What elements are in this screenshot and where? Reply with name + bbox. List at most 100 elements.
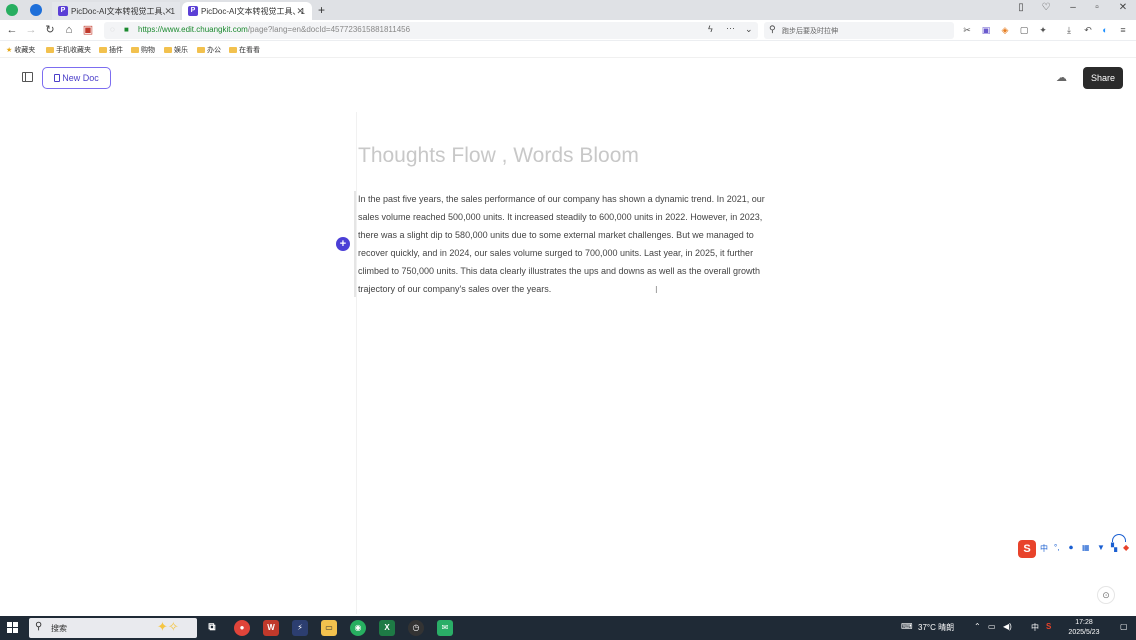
close-tab-icon[interactable]: ✕ [296, 6, 304, 17]
palette-icon[interactable]: ◈ [1000, 25, 1010, 35]
reading-list-icon[interactable]: ▯ [1014, 2, 1028, 13]
network-icon[interactable]: ▭ [988, 622, 996, 631]
ime-skin-icon[interactable]: ▼ [1097, 543, 1105, 552]
share-label: Share [1090, 73, 1116, 83]
url-text: https://www.edit.chuangkit.com/page?lang… [138, 25, 410, 34]
forward-icon[interactable]: → [24, 23, 38, 37]
undo-icon[interactable]: ↶ [1083, 25, 1093, 35]
clock-date: 2025/5/23 [1068, 629, 1100, 636]
share-button[interactable]: Share [1083, 67, 1123, 89]
edge-icon[interactable]: ◐ [1100, 25, 1110, 35]
screen-icon[interactable]: ▢ [1019, 25, 1029, 35]
ime-punctuation[interactable]: °, [1054, 543, 1059, 552]
ime-mic-icon[interactable]: ⏺ [1069, 543, 1073, 553]
ime-assistant-icon[interactable] [1112, 534, 1126, 542]
taskbar-clock[interactable]: 17:28 2025/5/23 [1060, 618, 1108, 638]
notification-icon[interactable]: ▢ [1120, 622, 1128, 631]
add-block-plus-icon[interactable]: + [336, 237, 350, 251]
app-header: New Doc ☁ Share [0, 59, 1136, 97]
keyboard-tray-icon[interactable]: ⌨ [901, 622, 913, 631]
shirt-icon[interactable]: ♡ [1039, 2, 1053, 13]
help-icon[interactable]: ⊙ [1097, 586, 1115, 604]
bookmark-watching[interactable]: 在看看 [229, 45, 260, 55]
bookmark-mobile[interactable]: 手机收藏夹 [46, 45, 91, 55]
volume-icon[interactable]: ◀) [1003, 622, 1012, 631]
ime-grid-icon[interactable]: ▚ [1111, 543, 1117, 552]
cloud-sync-icon[interactable]: ☁ [1056, 71, 1067, 84]
search-icon: ⚲ [35, 621, 43, 632]
windows-start-icon[interactable] [7, 622, 19, 634]
extension-icon[interactable]: ▣ [81, 23, 95, 37]
browser-search-box[interactable]: ⚲ 跑步后要及时拉伸 [764, 22, 954, 39]
reload-icon[interactable]: ↻ [43, 23, 57, 37]
search-placeholder: 跑步后要及时拉伸 [782, 28, 838, 35]
star-icon: ★ [6, 47, 13, 54]
document-icon [54, 74, 61, 82]
tray-expand-icon[interactable]: ⌃ [974, 622, 981, 631]
folder-icon [229, 47, 237, 53]
secure-lock-icon: ◌ [110, 25, 115, 34]
document-paragraph[interactable]: In the past five years, the sales perfor… [358, 191, 778, 298]
scissors-icon[interactable]: ✂ [962, 25, 972, 35]
lightning-icon[interactable]: ϟ [708, 24, 713, 34]
lock-icon: ■ [124, 25, 129, 34]
tab-picdoc-2[interactable]: P PicDoc-AI文本转视觉工具、1 ✕ [182, 2, 312, 20]
input-language[interactable]: 中 [1031, 622, 1039, 633]
new-doc-button[interactable]: New Doc [42, 67, 111, 89]
new-tab-plus-icon[interactable]: + [318, 3, 325, 17]
taskbar-search-box[interactable]: ⚲ 搜索 ✦✧ [29, 618, 197, 638]
sidebar-toggle-icon[interactable] [30, 4, 42, 16]
url-path: /page?lang=en&docId=457723615881811456 [247, 25, 411, 34]
sidebar-panel-icon[interactable] [22, 72, 33, 82]
back-icon[interactable]: ← [5, 23, 19, 37]
puzzle-icon[interactable]: ✦ [1038, 25, 1048, 35]
browser-tab-strip: P PicDoc-AI文本转视觉工具、1 ✕ P PicDoc-AI文本转视觉工… [0, 0, 1136, 20]
document-title[interactable]: Thoughts Flow , Words Bloom [358, 144, 639, 168]
ime-chinese-mode[interactable]: 中 [1040, 543, 1048, 554]
close-tab-icon[interactable]: ✕ [164, 6, 172, 17]
folder-icon [197, 47, 205, 53]
chevron-down-icon[interactable]: ⌄ [745, 24, 753, 35]
browser-taskbar-icon[interactable]: ◉ [350, 620, 366, 636]
clock-time: 17:28 [1075, 619, 1093, 626]
translate-icon[interactable]: ▣ [981, 25, 991, 35]
bookmarks-bar: ★ 收藏夹 手机收藏夹 插件 购物 娱乐 办公 在看看 [0, 42, 1136, 58]
more-dots-icon[interactable]: ··· [726, 23, 735, 33]
weather-text[interactable]: 37°C 晴朗 [918, 622, 954, 633]
excel-icon[interactable]: X [379, 620, 395, 636]
bookmark-plugins[interactable]: 插件 [99, 45, 123, 55]
bookmark-office[interactable]: 办公 [197, 45, 221, 55]
minimize-icon[interactable]: – [1066, 2, 1080, 13]
bookmark-shopping[interactable]: 购物 [131, 45, 155, 55]
browser-logo-icon[interactable] [6, 4, 18, 16]
ime-keyboard-icon[interactable]: ▦ [1082, 543, 1090, 552]
file-explorer-icon[interactable]: ▭ [321, 620, 337, 636]
editor-guide-line [356, 112, 357, 614]
sogou-tray-icon[interactable]: S [1046, 622, 1051, 631]
maximize-icon[interactable]: ▫ [1090, 2, 1104, 13]
tab-label: PicDoc-AI文本转视觉工具、1 [71, 6, 176, 16]
task-view-icon[interactable]: ⧉ [204, 620, 220, 636]
wechat-icon[interactable]: ✉ [437, 620, 453, 636]
close-window-icon[interactable]: ✕ [1116, 2, 1130, 13]
app-red-blue-icon[interactable]: ⚡ [292, 620, 308, 636]
bookmark-favorites[interactable]: ★ 收藏夹 [6, 45, 35, 55]
home-icon[interactable]: ⌂ [62, 23, 76, 37]
ime-menu-icon[interactable]: ◆ [1123, 543, 1129, 552]
folder-icon [131, 47, 139, 53]
search-icon: ⚲ [769, 24, 776, 34]
windows-taskbar: ⚲ 搜索 ✦✧ ⧉ ● W ⚡ ▭ ◉ X ◷ ✉ ⌨ 37°C 晴朗 ⌃ ▭ … [0, 616, 1136, 640]
chrome-icon[interactable]: ● [234, 620, 250, 636]
tab-picdoc-1[interactable]: P PicDoc-AI文本转视觉工具、1 ✕ [52, 2, 180, 20]
settings-menu-icon[interactable]: ≡ [1118, 25, 1128, 35]
bookmark-label: 插件 [109, 47, 123, 54]
bookmark-label: 购物 [141, 47, 155, 54]
download-icon[interactable]: ⤓ [1064, 25, 1074, 35]
address-bar[interactable]: ◌ ■ https://www.edit.chuangkit.com/page?… [104, 22, 758, 39]
sogou-logo-icon[interactable]: S [1018, 540, 1036, 558]
wps-icon[interactable]: W [263, 620, 279, 636]
new-doc-label: New Doc [62, 73, 99, 83]
folder-icon [164, 47, 172, 53]
bookmark-entertainment[interactable]: 娱乐 [164, 45, 188, 55]
clock-app-icon[interactable]: ◷ [408, 620, 424, 636]
